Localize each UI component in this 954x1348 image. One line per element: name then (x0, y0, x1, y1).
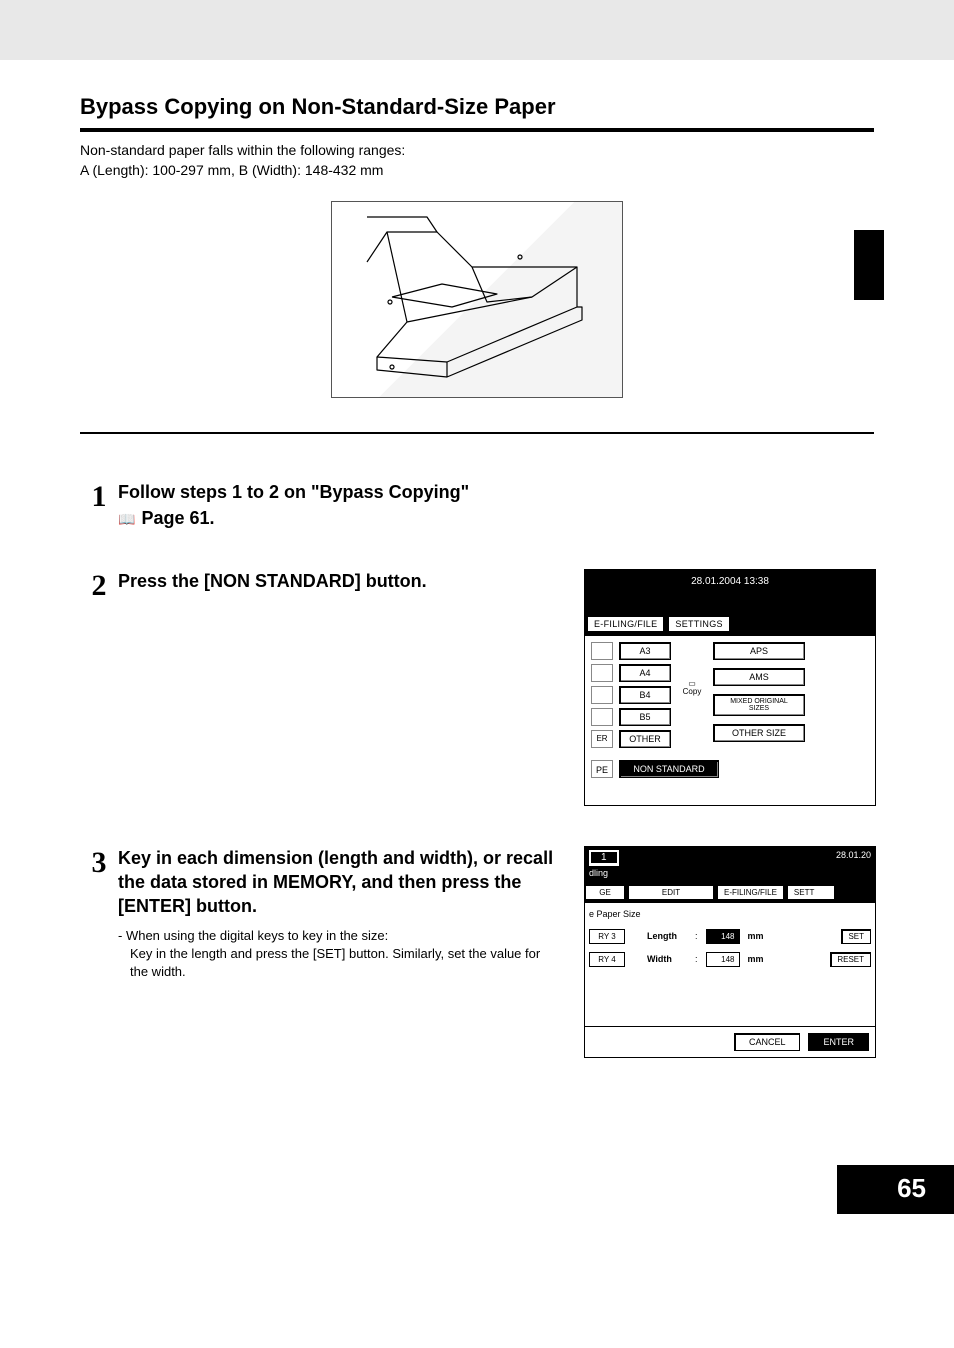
screen-datetime: 28.01.2004 13:38 (589, 576, 871, 587)
paper-other-button[interactable]: OTHER (619, 730, 671, 748)
step-1-title: Follow steps 1 to 2 on "Bypass Copying" (118, 480, 874, 504)
tab-efiling-file[interactable]: E-FILING/FILE (717, 885, 784, 900)
cancel-button[interactable]: CANCEL (734, 1033, 801, 1051)
paper-b4-button[interactable]: B4 (619, 686, 671, 704)
status-fragment: dling (589, 868, 608, 878)
set-button[interactable]: SET (841, 929, 871, 944)
step-number-1: 1 (80, 480, 118, 512)
tray-slot[interactable] (591, 686, 613, 704)
tab-fragment-sett[interactable]: SETT (787, 885, 835, 900)
length-label: Length (647, 931, 687, 941)
non-standard-button[interactable]: NON STANDARD (619, 760, 719, 778)
step-3-title: Key in each dimension (length and width)… (118, 846, 554, 919)
datetime-fragment: 28.01.20 (836, 850, 871, 882)
copy-orientation-icon: ▭ Copy (677, 642, 707, 748)
tab-efiling-file[interactable]: E-FILING/FILE (587, 616, 664, 632)
intro-line-1: Non-standard paper falls within the foll… (80, 140, 874, 160)
tray-slot[interactable] (591, 642, 613, 660)
width-value-input[interactable]: 148 (706, 952, 740, 967)
paper-a3-button[interactable]: A3 (619, 642, 671, 660)
pe-indicator: PE (591, 760, 613, 778)
step-3-note-body: Key in the length and press the [SET] bu… (130, 945, 554, 981)
tab-fragment-ge[interactable]: GE (585, 885, 625, 900)
bypass-tray-illustration (331, 201, 623, 398)
length-value-input[interactable]: 148 (706, 929, 740, 944)
aps-button[interactable]: APS (713, 642, 805, 660)
intro-line-2: A (Length): 100-297 mm, B (Width): 148-4… (80, 160, 874, 180)
width-unit: mm (748, 954, 764, 964)
reset-button[interactable]: RESET (830, 952, 871, 967)
length-unit: mm (748, 931, 764, 941)
chapter-index-tab (854, 230, 884, 300)
enter-button[interactable]: ENTER (808, 1033, 869, 1051)
mixed-original-sizes-button[interactable]: MIXED ORIGINAL SIZES (713, 694, 805, 716)
step-2-title: Press the [NON STANDARD] button. (118, 569, 554, 593)
paper-size-label: e Paper Size (589, 909, 871, 919)
paper-b5-button[interactable]: B5 (619, 708, 671, 726)
width-label: Width (647, 954, 687, 964)
tray-slot[interactable] (591, 708, 613, 726)
tray-slot[interactable] (591, 664, 613, 682)
tray-slot-er[interactable]: ER (591, 730, 613, 748)
intro-text: Non-standard paper falls within the foll… (80, 132, 874, 181)
page-header-graybar (0, 0, 954, 60)
length-colon: : (695, 931, 698, 941)
step-number-3: 3 (80, 846, 118, 878)
ams-button[interactable]: AMS (713, 668, 805, 686)
page-number: 65 (837, 1165, 954, 1214)
section-heading: Bypass Copying on Non-Standard-Size Pape… (80, 60, 874, 132)
page-reference: Page 61. (118, 508, 874, 529)
dimension-screen-figure: 1 dling 28.01.20 GE EDIT E-FILING/FILE S… (584, 846, 876, 1058)
tray-ry3[interactable]: RY 3 (589, 929, 625, 944)
copy-count: 1 (589, 850, 619, 866)
tray-ry4[interactable]: RY 4 (589, 952, 625, 967)
settings-screen-figure: 28.01.2004 13:38 E-FILING/FILE SETTINGS (584, 569, 876, 806)
step-3-note-lead: - When using the digital keys to key in … (118, 927, 554, 945)
other-size-button[interactable]: OTHER SIZE (713, 724, 805, 742)
width-colon: : (695, 954, 698, 964)
paper-a4-button[interactable]: A4 (619, 664, 671, 682)
tab-settings[interactable]: SETTINGS (668, 616, 729, 632)
step-number-2: 2 (80, 569, 118, 601)
tab-edit[interactable]: EDIT (628, 885, 714, 900)
